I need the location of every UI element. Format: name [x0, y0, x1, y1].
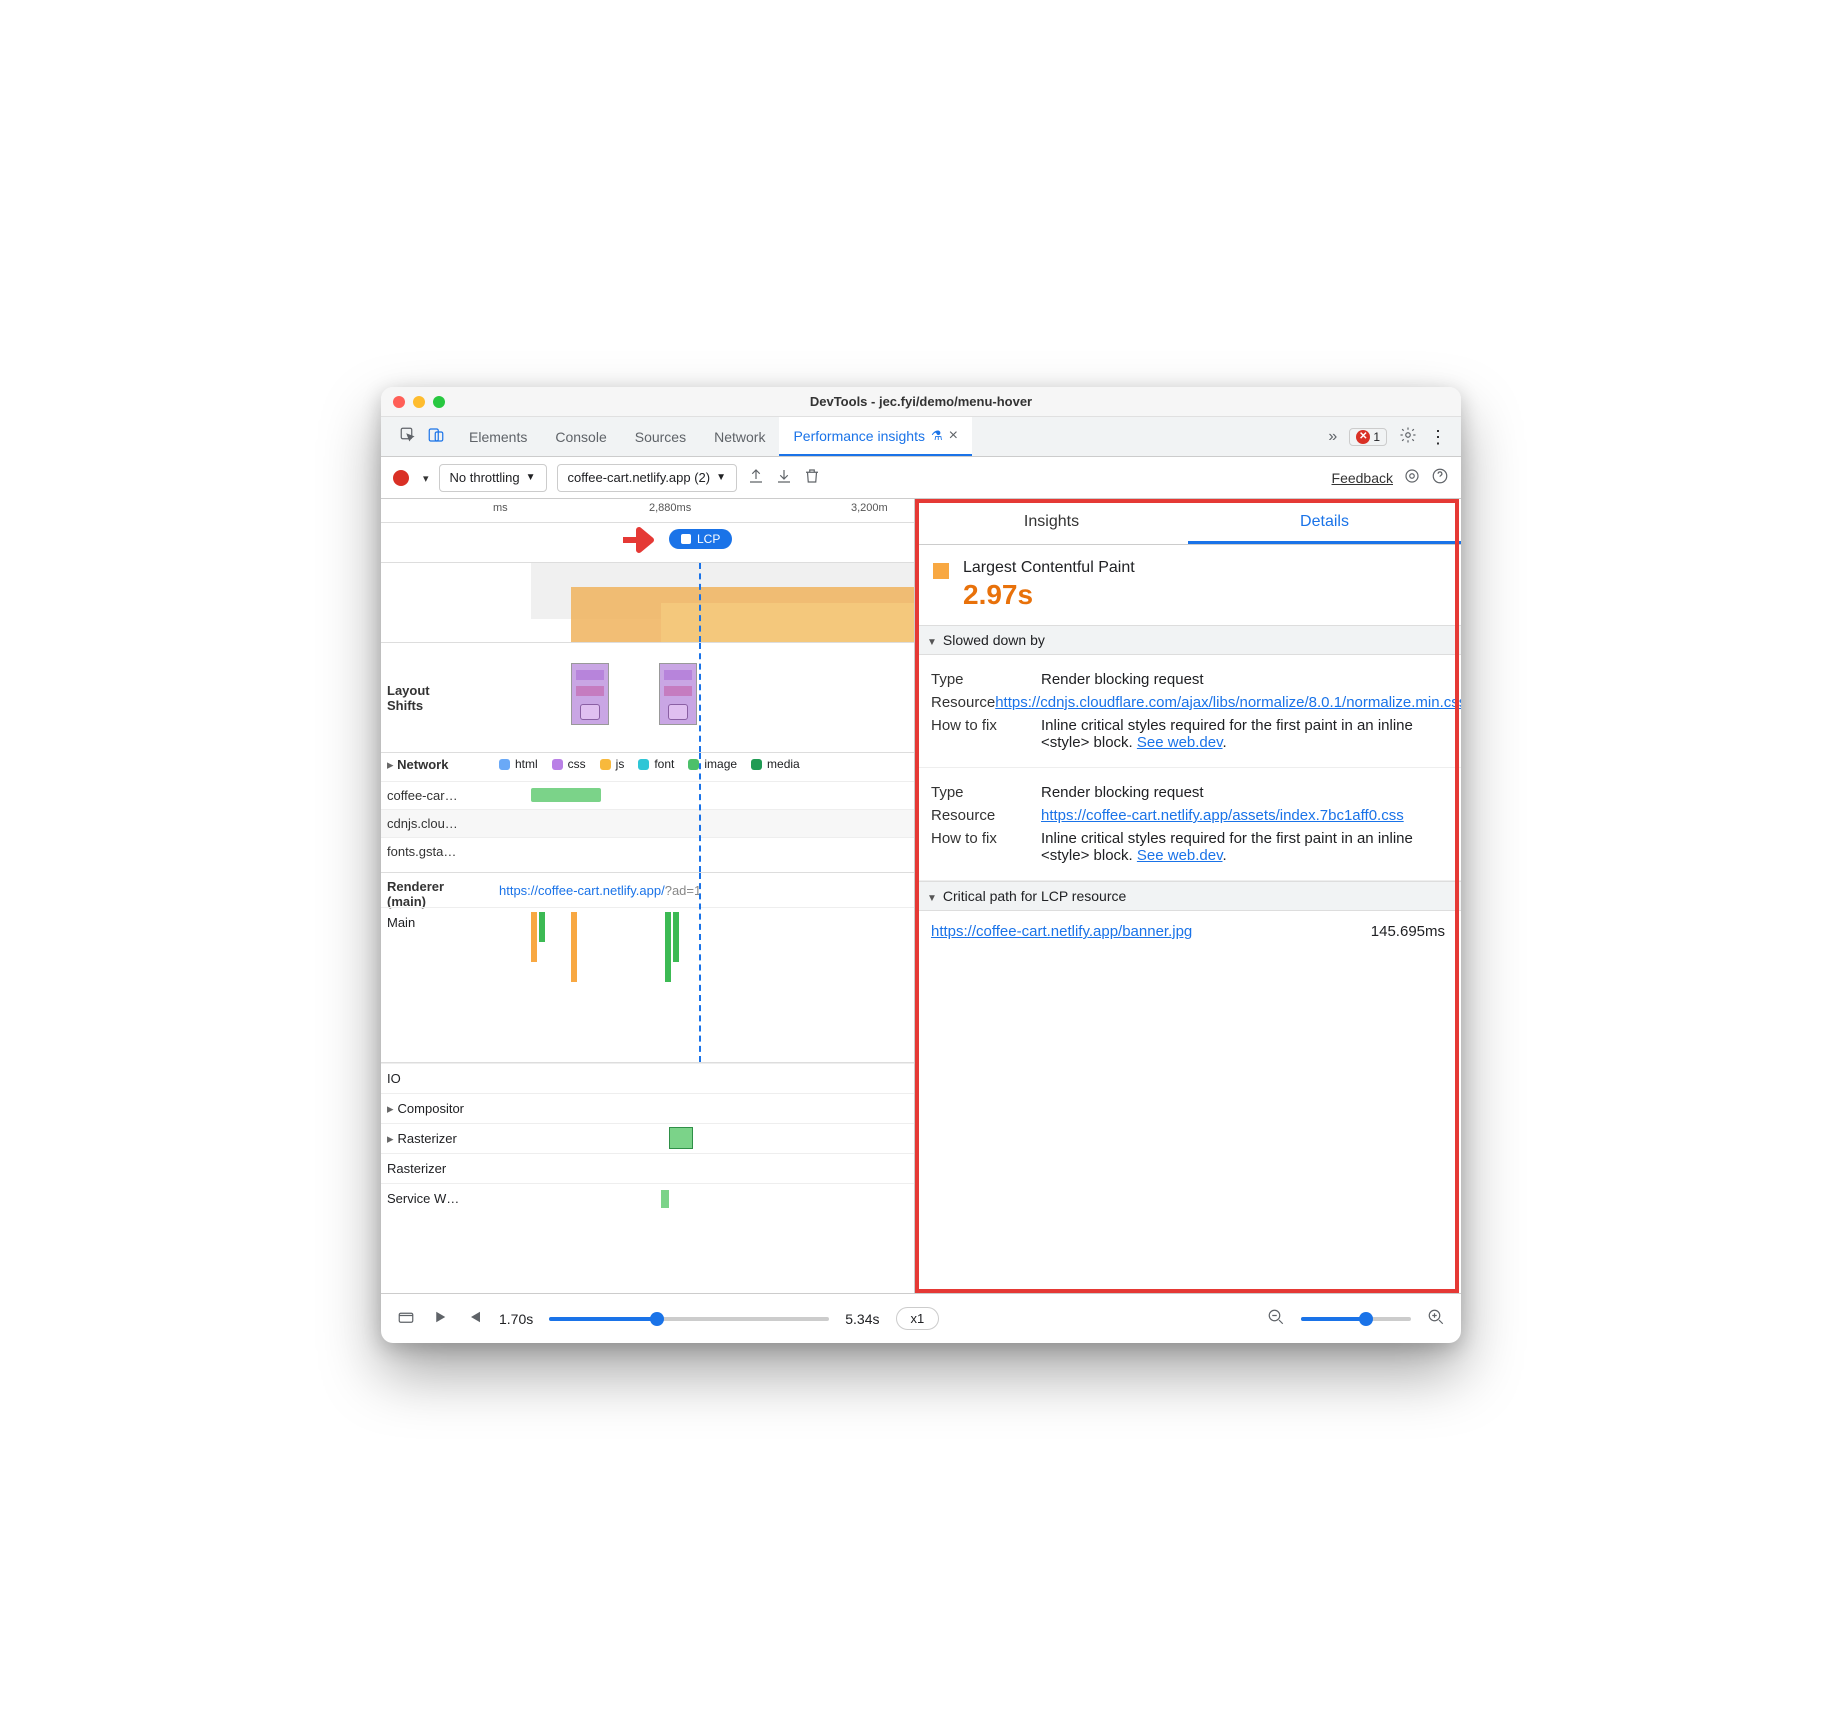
layout-shift-thumb[interactable] — [571, 663, 609, 725]
feedback-link[interactable]: Feedback — [1332, 470, 1393, 486]
download-icon[interactable] — [775, 467, 793, 488]
record-button[interactable] — [393, 470, 409, 486]
zoom-in-icon[interactable] — [1427, 1308, 1445, 1329]
panel-settings-icon[interactable] — [1403, 467, 1421, 488]
throttling-select[interactable]: No throttling▼ — [439, 464, 547, 492]
layout-shifts-section: Layout Shifts — [381, 643, 914, 753]
recording-select[interactable]: coffee-cart.netlify.app (2)▼ — [557, 464, 738, 492]
blocking-request-1: TypeRender blocking request Resourcehttp… — [915, 655, 1461, 768]
toggle-visibility-icon[interactable] — [397, 1308, 415, 1329]
time-end: 5.34s — [845, 1311, 879, 1327]
tab-details[interactable]: Details — [1188, 499, 1461, 544]
legend-media-swatch — [751, 759, 762, 770]
insights-toolbar: No throttling▼ coffee-cart.netlify.app (… — [381, 457, 1461, 499]
error-count-badge[interactable]: ✕1 — [1349, 428, 1387, 446]
lcp-header: Largest Contentful Paint 2.97s — [915, 545, 1461, 625]
details-panel: Insights Details Largest Contentful Pain… — [915, 499, 1461, 1293]
section-label-renderer: Renderer (main) — [387, 879, 487, 909]
blocking-request-2: TypeRender blocking request Resourcehttp… — [915, 768, 1461, 881]
speed-pill[interactable]: x1 — [896, 1307, 940, 1330]
lcp-title: Largest Contentful Paint — [963, 559, 1135, 577]
legend-html-swatch — [499, 759, 510, 770]
ruler-tick: 3,200m — [851, 502, 888, 514]
timeline-panel[interactable]: ms 2,880ms 3,200m LCP Layout Shifts — [381, 499, 915, 1293]
inspect-icon[interactable] — [399, 426, 417, 447]
legend-image-swatch — [688, 759, 699, 770]
layout-shift-thumb[interactable] — [659, 663, 697, 725]
see-webdev-link[interactable]: See web.dev — [1137, 734, 1223, 751]
lcp-time: 2.97s — [963, 579, 1135, 611]
arrow-annotation-icon — [621, 525, 661, 555]
tab-console[interactable]: Console — [541, 417, 620, 456]
more-tabs-icon[interactable] — [1328, 428, 1337, 446]
flask-icon: ⚗ — [931, 428, 943, 444]
time-slider[interactable] — [549, 1317, 829, 1321]
legend-font-swatch — [638, 759, 649, 770]
time-start: 1.70s — [499, 1311, 533, 1327]
record-menu-caret[interactable] — [419, 470, 429, 485]
tab-elements[interactable]: Elements — [455, 417, 541, 456]
lcp-pill[interactable]: LCP — [669, 529, 732, 549]
lcp-marker-row: LCP — [381, 523, 914, 563]
panel-tab-strip: Elements Console Sources Network Perform… — [381, 417, 1461, 457]
stop-icon — [681, 534, 691, 544]
legend-css-swatch — [552, 759, 563, 770]
thread-row-io[interactable]: IO — [381, 1063, 914, 1093]
devtools-window: DevTools - jec.fyi/demo/menu-hover Eleme… — [381, 387, 1461, 1343]
thread-row-main[interactable]: Main — [381, 907, 914, 937]
tab-performance-insights[interactable]: Performance insights ⚗ × — [779, 417, 972, 456]
thread-row-rasterizer[interactable]: Rasterizer — [381, 1123, 914, 1153]
threads-list: IO Compositor Rasterizer Rasterizer Serv… — [381, 1063, 914, 1213]
tab-insights[interactable]: Insights — [915, 499, 1188, 544]
accordion-critical-path[interactable]: Critical path for LCP resource — [915, 881, 1461, 911]
main-split: ms 2,880ms 3,200m LCP Layout Shifts — [381, 499, 1461, 1293]
settings-gear-icon[interactable] — [1399, 426, 1417, 447]
renderer-section: Renderer (main) https://coffee-cart.netl… — [381, 873, 914, 1063]
time-ruler: ms 2,880ms 3,200m — [381, 499, 914, 523]
thread-row-rasterizer-2[interactable]: Rasterizer — [381, 1153, 914, 1183]
upload-icon[interactable] — [747, 467, 765, 488]
section-label-network: ▸ Network — [387, 757, 487, 773]
thread-row-service-worker[interactable]: Service W… — [381, 1183, 914, 1213]
section-label-layout-shifts: Layout Shifts — [387, 683, 487, 713]
legend-js-swatch — [600, 759, 611, 770]
renderer-url[interactable]: https://coffee-cart.netlify.app/?ad=1 — [499, 883, 701, 898]
thread-row-compositor[interactable]: Compositor — [381, 1093, 914, 1123]
close-tab-icon[interactable]: × — [949, 427, 958, 445]
ruler-tick: ms — [493, 502, 508, 514]
critical-path-row: https://coffee-cart.netlify.app/banner.j… — [915, 911, 1461, 952]
lcp-color-swatch — [933, 563, 949, 579]
network-row[interactable]: cdnjs.clou… — [381, 809, 914, 837]
accordion-slowed-down[interactable]: Slowed down by — [915, 625, 1461, 655]
resource-link[interactable]: https://cdnjs.cloudflare.com/ajax/libs/n… — [995, 694, 1461, 711]
titlebar: DevTools - jec.fyi/demo/menu-hover — [381, 387, 1461, 417]
ruler-tick: 2,880ms — [649, 502, 691, 514]
details-tabs: Insights Details — [915, 499, 1461, 545]
network-row[interactable]: fonts.gsta… — [381, 837, 914, 865]
resource-link[interactable]: https://coffee-cart.netlify.app/assets/i… — [1041, 807, 1404, 824]
delete-icon[interactable] — [803, 467, 821, 488]
zoom-out-icon[interactable] — [1267, 1308, 1285, 1329]
play-icon[interactable] — [431, 1308, 449, 1329]
lcp-resource-link[interactable]: https://coffee-cart.netlify.app/banner.j… — [931, 923, 1192, 940]
tab-sources[interactable]: Sources — [621, 417, 700, 456]
window-title: DevTools - jec.fyi/demo/menu-hover — [381, 394, 1461, 409]
network-section: ▸ Network html css js font image media c… — [381, 753, 914, 873]
device-toggle-icon[interactable] — [427, 426, 445, 447]
zoom-slider[interactable] — [1301, 1317, 1411, 1321]
see-webdev-link[interactable]: See web.dev — [1137, 847, 1223, 864]
tab-network[interactable]: Network — [700, 417, 779, 456]
lcp-resource-time: 145.695ms — [1371, 923, 1445, 940]
network-row[interactable]: coffee-car… — [381, 781, 914, 809]
flame-chart[interactable] — [381, 563, 914, 643]
replay-controls: 1.70s 5.34s x1 — [381, 1293, 1461, 1343]
help-icon[interactable] — [1431, 467, 1449, 488]
skip-back-icon[interactable] — [465, 1308, 483, 1329]
network-legend: html css js font image media — [499, 757, 800, 771]
